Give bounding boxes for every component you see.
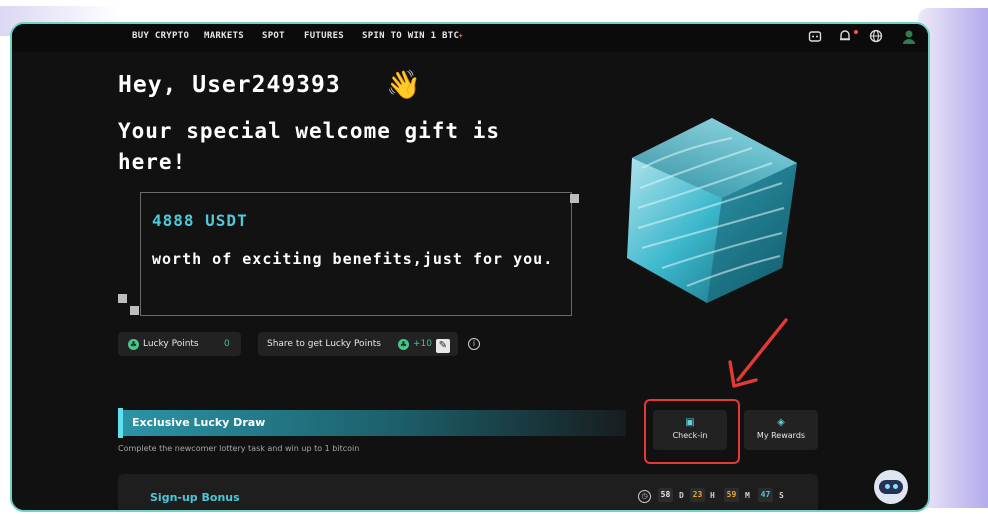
flag-icon: ✦	[458, 31, 464, 41]
info-icon[interactable]: i	[468, 338, 480, 350]
greeting-heading: Hey, User249393	[118, 72, 341, 98]
waving-hand-icon: 👋	[386, 68, 421, 101]
support-bot-button[interactable]	[874, 470, 908, 504]
timer-minutes: 59	[724, 488, 739, 502]
corner-decoration	[130, 306, 139, 315]
bot-eye	[893, 484, 898, 489]
notification-dot	[854, 30, 858, 34]
reward-box-icon: ◈	[777, 417, 785, 428]
timer-seconds: 47	[758, 488, 773, 502]
sign-up-bonus-title: Sign-up Bonus	[150, 491, 240, 504]
top-navigation: BUY CRYPTO MARKETS SPOT FUTURES SPIN TO …	[12, 24, 928, 52]
clock-icon: ◷	[638, 490, 651, 503]
nav-buy-crypto[interactable]: BUY CRYPTO	[132, 31, 189, 41]
share-lucky-points-chip[interactable]: Share to get Lucky Points ♣ +10 ✎	[258, 332, 458, 356]
lucky-clover-icon: ♣	[398, 339, 409, 350]
nav-spot[interactable]: SPOT	[262, 31, 285, 41]
timer-seconds-unit: S	[779, 491, 784, 500]
nav-spin-to-win[interactable]: SPIN TO WIN 1 BTC	[362, 31, 459, 41]
lucky-draw-title: Exclusive Lucky Draw	[132, 416, 266, 429]
timer-days-unit: D	[679, 491, 684, 500]
lucky-points-value: 0	[224, 339, 230, 349]
bell-icon[interactable]	[838, 29, 852, 47]
gift-amount: 4888 USDT	[152, 211, 248, 230]
app-window: BUY CRYPTO MARKETS SPOT FUTURES SPIN TO …	[10, 22, 930, 512]
lucky-points-chip: ♣ Lucky Points 0	[118, 332, 241, 356]
lucky-draw-banner: Exclusive Lucky Draw	[118, 408, 626, 438]
timer-days: 58	[658, 488, 673, 502]
lucky-clover-icon: ♣	[128, 339, 139, 350]
avatar-icon[interactable]	[902, 29, 916, 49]
lucky-draw-subtitle: Complete the newcomer lottery task and w…	[118, 444, 360, 453]
share-edit-icon[interactable]: ✎	[436, 339, 450, 353]
nav-futures[interactable]: FUTURES	[304, 31, 344, 41]
gift-icon[interactable]	[808, 29, 822, 47]
corner-decoration	[570, 194, 579, 203]
lucky-points-label: Lucky Points	[143, 339, 199, 349]
timer-minutes-unit: M	[745, 491, 750, 500]
bot-eye	[885, 484, 890, 489]
gift-description: worth of exciting benefits,just for you.	[152, 250, 554, 268]
nav-markets[interactable]: MARKETS	[204, 31, 244, 41]
check-in-highlight	[644, 399, 740, 464]
my-rewards-button[interactable]: ◈ My Rewards	[744, 410, 818, 450]
red-arrow-annotation	[728, 318, 788, 388]
share-label: Share to get Lucky Points	[267, 339, 381, 349]
corner-decoration	[118, 294, 127, 303]
my-rewards-label: My Rewards	[756, 431, 806, 440]
timer-hours: 23	[690, 488, 705, 502]
welcome-heading: Your special welcome gift is here!	[118, 119, 501, 174]
crystal-cube-illustration	[627, 118, 797, 303]
globe-icon[interactable]	[869, 29, 883, 47]
share-bonus: +10	[413, 339, 432, 349]
timer-hours-unit: H	[710, 491, 715, 500]
